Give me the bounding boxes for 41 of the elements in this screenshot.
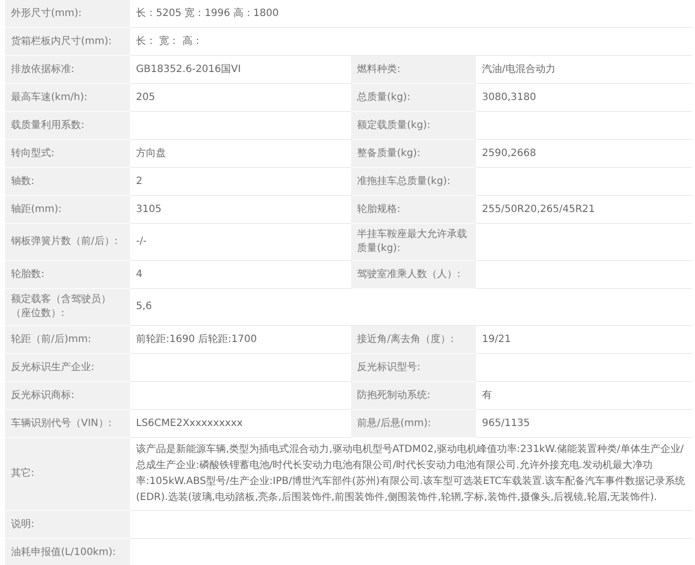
field-value: 965/1135 — [476, 410, 692, 438]
field-label: 反光标识商标: — [5, 382, 130, 410]
field-value: 长： 宽： 高： — [130, 28, 351, 56]
field-value: 255/50R20,265/45R21 — [476, 196, 692, 224]
field-label: 总质量(kg): — [351, 84, 476, 112]
field-label: 接近角/离去角（度）: — [351, 326, 476, 354]
field-label: 轮胎规格: — [351, 196, 476, 224]
field-label: 整备质量(kg): — [351, 140, 476, 168]
field-label: 前悬/后悬(mm): — [351, 410, 476, 438]
field-label: 半挂车鞍座最大允许承载质量(kg): — [351, 224, 476, 261]
field-label: 轮距（前/后)mm: — [5, 326, 130, 354]
field-value: 2590,2668 — [476, 140, 692, 168]
field-label: 说明: — [5, 511, 130, 539]
field-value: 有 — [476, 382, 692, 410]
field-label: 其它: — [5, 438, 130, 511]
field-label: 轴数: — [5, 168, 130, 196]
field-label: 转向型式: — [5, 140, 130, 168]
field-label: 载质量利用系数: — [5, 112, 130, 140]
field-label: 轮胎数: — [5, 261, 130, 289]
field-label: 驾驶室准乘人数（人）: — [351, 261, 476, 289]
field-label: 燃料种类: — [351, 56, 476, 84]
field-label: 反光标识生产企业: — [5, 354, 130, 382]
field-label: 防抱死制动系统: — [351, 382, 476, 410]
field-value: 3080,3180 — [476, 84, 692, 112]
field-label: 货箱栏板内尺寸(mm): — [5, 28, 130, 56]
field-value: 汽油/电混合动力 — [476, 56, 692, 84]
field-label: 最高车速(km/h): — [5, 84, 130, 112]
field-label: 排放依据标准: — [5, 56, 130, 84]
field-label: 油耗申报值(L/100km): — [5, 539, 130, 565]
field-label: 额定载客（含驾驶员）（座位数）: — [5, 289, 130, 326]
field-label: 反光标识型号: — [351, 354, 476, 382]
field-value: 长：5205 宽：1996 高：1800 — [130, 0, 351, 28]
field-label: 准拖挂车总质量(kg): — [351, 168, 476, 196]
field-value: 19/21 — [476, 326, 692, 354]
field-label: 外形尺寸(mm): — [5, 0, 130, 28]
field-value: 该产品是新能源车辆,类型为插电式混合动力,驱动电机型号ATDM02,驱动电机峰值功率:231kW.储能装置种类/单体生产企业/总成生产企业:磷酸铁锂蓄电池/时代长安动力电池有限公司/时代长安动力电池有限公司.允许外接充电.发动机最大净功率:105kW.ABS型号/生产企业:IPB/博世汽车部件(苏州)有限公司.该车型可选装ETC车载装置.该车配备汽车事件数据记录系统(EDR).选装(玻璃,电动踏板,亮条,后围装饰件,前围装饰件,侧围装饰件,轮辋,字标,装饰件,摄像头,后视镜,轮眉,无装饰件). — [130, 438, 692, 511]
field-label: 车辆识别代号（VIN）: — [5, 410, 130, 438]
field-label: 额定载质量(kg): — [351, 112, 476, 140]
field-value: 5,6 — [130, 289, 351, 326]
field-label: 钢板弹簧片数（前/后）: — [5, 224, 130, 261]
field-label: 轴距(mm): — [5, 196, 130, 224]
